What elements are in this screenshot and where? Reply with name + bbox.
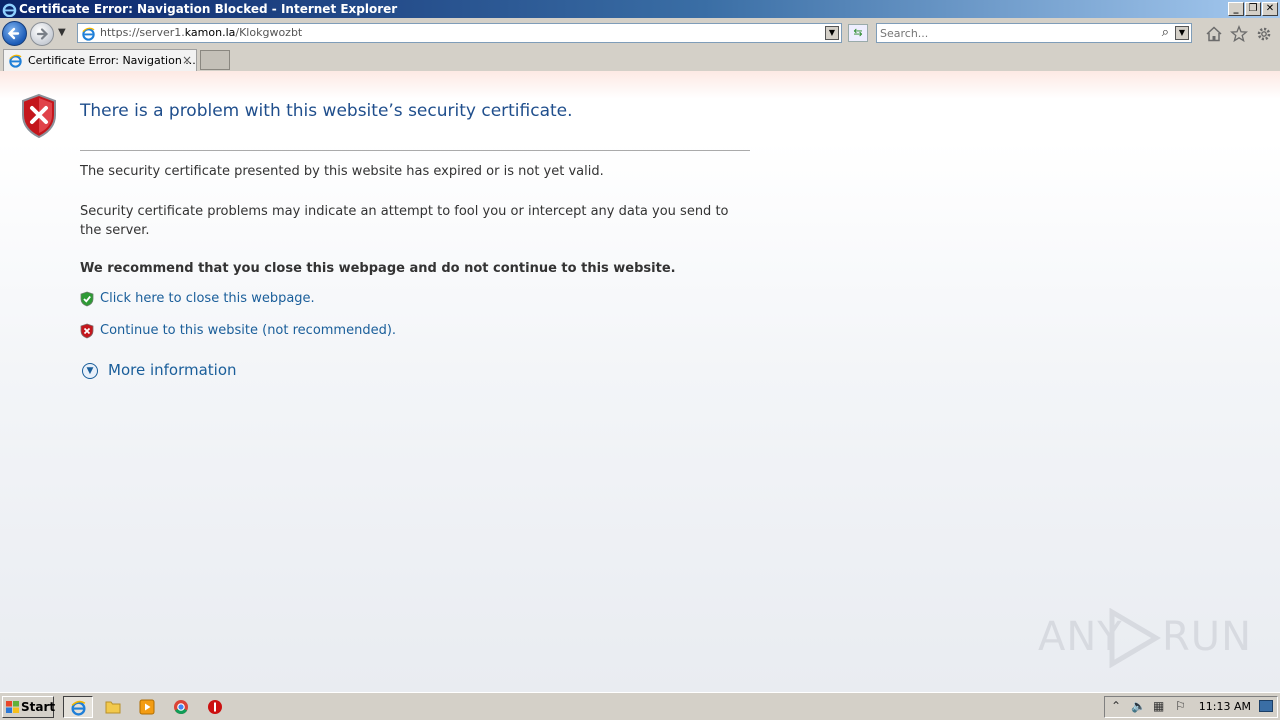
- internet-explorer-icon: [71, 700, 86, 716]
- system-tray: ⌃ 🔈 ▦ ⚐ 11:13 AM: [1104, 696, 1278, 718]
- recent-pages-dropdown[interactable]: ▼: [58, 27, 66, 38]
- url-domain: kamon.la: [184, 26, 236, 39]
- refresh-icon: ⇆: [853, 26, 863, 39]
- search-input[interactable]: [880, 25, 1150, 41]
- certificate-expired-text: The security certificate presented by th…: [80, 164, 604, 179]
- search-icon[interactable]: ⌕: [1162, 25, 1169, 40]
- chrome-icon: [174, 700, 188, 715]
- page-heading: There is a problem with this website’s s…: [80, 101, 573, 121]
- window-title-bar: Certificate Error: Navigation Blocked - …: [0, 0, 1280, 18]
- play-logo-icon: [1109, 608, 1161, 668]
- internet-explorer-icon: [82, 27, 95, 41]
- star-icon: [1230, 25, 1248, 43]
- url-prefix: https://server1.: [100, 26, 185, 39]
- navigation-bar: ▼ https://server1.kamon.la/Klokgwozbt ▼ …: [0, 18, 1280, 48]
- search-box[interactable]: ⌕ ▼: [876, 23, 1192, 43]
- recommendation-text: We recommend that you close this webpage…: [80, 261, 676, 276]
- internet-explorer-icon: [9, 54, 22, 68]
- forward-arrow-icon: [36, 28, 49, 40]
- page-content: There is a problem with this website’s s…: [0, 71, 1280, 692]
- chevron-down-icon[interactable]: ▼: [82, 363, 98, 379]
- folder-icon: [105, 701, 121, 714]
- windows-logo-icon: [6, 701, 19, 713]
- show-hidden-icons-icon[interactable]: ⌃: [1111, 699, 1121, 713]
- address-bar[interactable]: https://server1.kamon.la/Klokgwozbt ▼: [77, 23, 842, 43]
- media-player-icon: [139, 699, 155, 715]
- new-tab-button[interactable]: [200, 50, 230, 70]
- tab-label: Certificate Error: Navigation ...: [28, 54, 196, 67]
- action-center-flag-icon[interactable]: ⚐: [1175, 699, 1186, 713]
- shield-error-icon: [22, 93, 56, 139]
- back-button[interactable]: [2, 21, 27, 46]
- tab-certificate-error[interactable]: Certificate Error: Navigation ... ×: [3, 49, 197, 71]
- favorites-button[interactable]: [1230, 25, 1248, 43]
- tab-bar: Certificate Error: Navigation ... ×: [0, 48, 1280, 71]
- close-window-button[interactable]: ✕: [1262, 2, 1278, 16]
- divider: [80, 150, 750, 151]
- refresh-button[interactable]: ⇆: [848, 24, 868, 42]
- tab-close-button[interactable]: ×: [182, 50, 192, 71]
- watermark-text-right: RUN: [1162, 614, 1252, 660]
- minimize-button[interactable]: _: [1228, 2, 1244, 16]
- network-icon[interactable]: ▦: [1153, 699, 1164, 713]
- close-webpage-link[interactable]: Click here to close this webpage.: [100, 291, 315, 306]
- search-dropdown-button[interactable]: ▼: [1175, 26, 1189, 40]
- start-button[interactable]: Start: [2, 696, 56, 718]
- taskbar-stop-app[interactable]: [200, 696, 230, 718]
- taskbar: Start ⌃ 🔈 ▦ ⚐ 11:13 AM: [0, 692, 1280, 720]
- stop-icon: [208, 700, 222, 714]
- taskbar-media-player[interactable]: [132, 696, 162, 718]
- taskbar-chrome[interactable]: [166, 696, 196, 718]
- url-path: /Klokgwozbt: [235, 26, 303, 39]
- taskbar-explorer[interactable]: [98, 696, 128, 718]
- anyrun-watermark: ANY RUN: [1038, 606, 1251, 670]
- home-button[interactable]: [1205, 25, 1223, 43]
- security-warning-text: Security certificate problems may indica…: [80, 204, 729, 238]
- start-label: Start: [21, 700, 56, 714]
- back-arrow-icon: [7, 27, 20, 40]
- forward-button[interactable]: [30, 22, 54, 46]
- home-icon: [1206, 26, 1222, 42]
- window-title: Certificate Error: Navigation Blocked - …: [19, 2, 398, 16]
- volume-icon[interactable]: 🔈: [1131, 699, 1146, 713]
- address-dropdown-button[interactable]: ▼: [825, 26, 839, 40]
- tools-button[interactable]: [1255, 25, 1273, 43]
- internet-explorer-icon: [2, 3, 17, 17]
- show-desktop-icon[interactable]: [1259, 700, 1273, 712]
- restore-button[interactable]: ❐: [1245, 2, 1261, 16]
- gear-icon: [1257, 27, 1271, 41]
- shield-check-icon: [80, 291, 94, 307]
- clock[interactable]: 11:13 AM: [1199, 700, 1251, 713]
- more-information-link[interactable]: More information: [108, 361, 237, 379]
- continue-website-link[interactable]: Continue to this website (not recommende…: [100, 323, 396, 338]
- address-url[interactable]: https://server1.kamon.la/Klokgwozbt: [100, 24, 302, 42]
- shield-error-icon: [80, 323, 94, 339]
- taskbar-internet-explorer[interactable]: [63, 696, 93, 718]
